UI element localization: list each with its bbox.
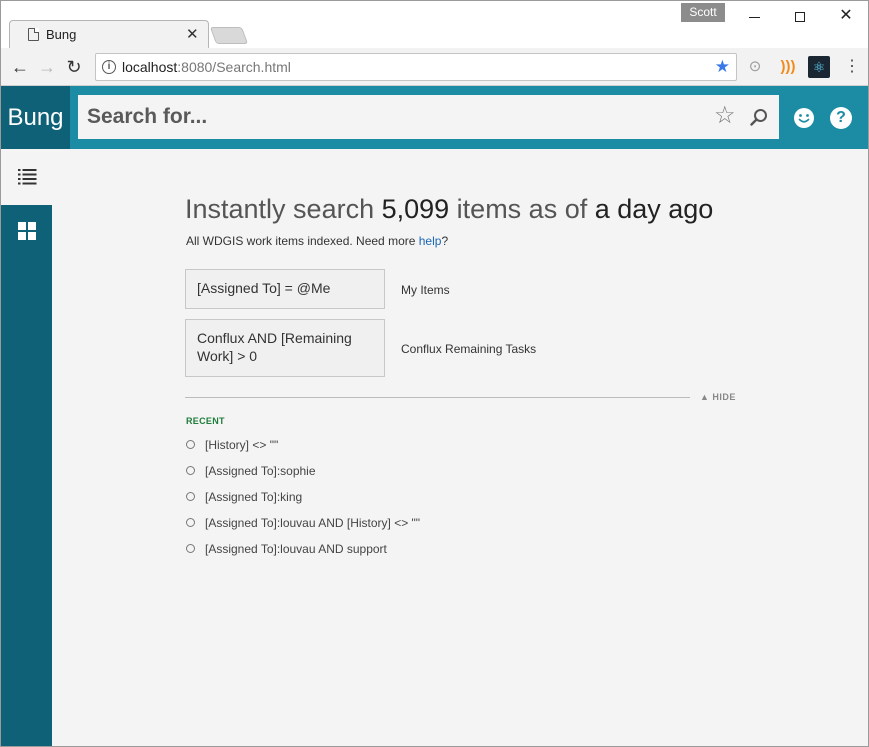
subline-prefix: All WDGIS work items indexed. Need more (186, 234, 419, 248)
title-bar: Bung ✕ Scott ✕ (1, 1, 868, 49)
recent-item[interactable]: [Assigned To]:king (186, 490, 420, 516)
circle-icon (186, 544, 195, 553)
app-brand[interactable]: Bung (1, 86, 70, 149)
circle-icon (186, 440, 195, 449)
index-age: a day ago (594, 194, 714, 224)
saved-query-button[interactable]: Conflux AND [Remaining Work] > 0 (185, 319, 385, 377)
headline-prefix: Instantly search (185, 194, 382, 224)
maximize-icon (795, 12, 805, 23)
browser-window: Bung ✕ Scott ✕ ← → ↻ i localhost:8080/Se… (0, 0, 869, 747)
reload-icon[interactable]: ↻ (63, 56, 85, 78)
subline-suffix: ? (441, 234, 449, 248)
recent-item[interactable]: [Assigned To]:louvau AND [History] <> "" (186, 516, 420, 542)
index-summary: All WDGIS work items indexed. Need more … (186, 234, 448, 248)
app-header: Bung ☆ ? (1, 86, 868, 149)
page-title: Instantly search 5,099 items as of a day… (185, 194, 713, 225)
recent-query-text: [History] <> "" (205, 438, 279, 452)
circle-icon (186, 492, 195, 501)
info-icon[interactable]: i (102, 60, 116, 74)
sidebar (1, 205, 52, 746)
smiley-feedback-icon[interactable] (793, 107, 815, 129)
url-text: localhost:8080/Search.html (122, 59, 291, 75)
maximize-button[interactable] (785, 5, 815, 27)
new-tab-button[interactable] (209, 27, 249, 44)
forward-icon[interactable]: → (36, 56, 58, 78)
hide-toggle[interactable]: ▲ HIDE (700, 392, 736, 402)
minimize-icon (748, 16, 760, 18)
recent-item[interactable]: [Assigned To]:louvau AND support (186, 542, 420, 568)
recent-query-text: [Assigned To]:louvau AND support (205, 542, 387, 556)
main-content: Instantly search 5,099 items as of a day… (52, 149, 868, 746)
extension-icon[interactable]: ⊙ (744, 56, 766, 78)
circle-icon (186, 518, 195, 527)
search-box: ☆ (78, 95, 779, 139)
saved-query-label: Conflux Remaining Tasks (401, 342, 537, 356)
rss-icon[interactable]: ))) (777, 56, 799, 78)
favorite-star-icon[interactable]: ☆ (714, 104, 736, 128)
profile-badge[interactable]: Scott (681, 3, 725, 22)
grid-icon[interactable] (18, 222, 36, 240)
sidebar-list-tab[interactable] (1, 149, 52, 205)
list-icon (18, 169, 37, 185)
recent-query-text: [Assigned To]:king (205, 490, 303, 504)
recent-query-text: [Assigned To]:louvau AND [History] <> "" (205, 516, 421, 530)
react-devtools-icon[interactable]: ⚛ (808, 56, 830, 78)
page-icon (28, 28, 39, 41)
address-bar[interactable]: i localhost:8080/Search.html ★ (95, 53, 737, 81)
close-window-button[interactable]: ✕ (831, 5, 861, 27)
browser-tab[interactable]: Bung ✕ (9, 20, 209, 49)
help-link[interactable]: help (419, 234, 442, 248)
tab-close-icon[interactable]: ✕ (186, 25, 199, 43)
search-icon[interactable] (750, 108, 768, 126)
search-input[interactable] (78, 95, 698, 139)
recent-query-text: [Assigned To]:sophie (205, 464, 316, 478)
minimize-button[interactable] (739, 5, 769, 27)
tab-title: Bung (46, 27, 77, 42)
item-count: 5,099 (381, 194, 450, 224)
recent-list: [History] <> "" [Assigned To]:sophie [As… (186, 438, 420, 568)
help-icon[interactable]: ? (830, 107, 852, 129)
saved-query-button[interactable]: [Assigned To] = @Me (185, 269, 385, 309)
url-path: :8080/Search.html (177, 59, 291, 75)
recent-item[interactable]: [Assigned To]:sophie (186, 464, 420, 490)
url-host: localhost (122, 59, 178, 75)
divider (185, 397, 690, 398)
back-icon[interactable]: ← (9, 56, 31, 78)
browser-menu-icon[interactable]: ⋮ (841, 56, 863, 78)
bookmark-star-icon[interactable]: ★ (715, 57, 730, 77)
recent-item[interactable]: [History] <> "" (186, 438, 420, 464)
browser-toolbar: ← → ↻ i localhost:8080/Search.html ★ ⊙ )… (1, 48, 868, 86)
circle-icon (186, 466, 195, 475)
saved-query-label: My Items (401, 283, 450, 297)
headline-mid: items as of (449, 194, 595, 224)
recent-heading: RECENT (186, 416, 225, 426)
